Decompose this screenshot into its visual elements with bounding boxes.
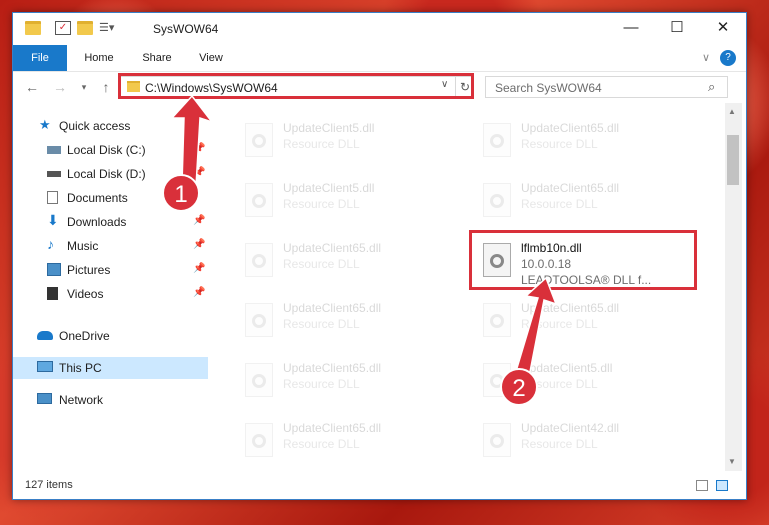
step-2-badge: 2 [500, 368, 538, 406]
arrow-1 [170, 94, 215, 187]
arrow-2 [513, 276, 558, 383]
annotation-arrows [170, 94, 558, 383]
step-1-badge: 1 [162, 174, 200, 212]
